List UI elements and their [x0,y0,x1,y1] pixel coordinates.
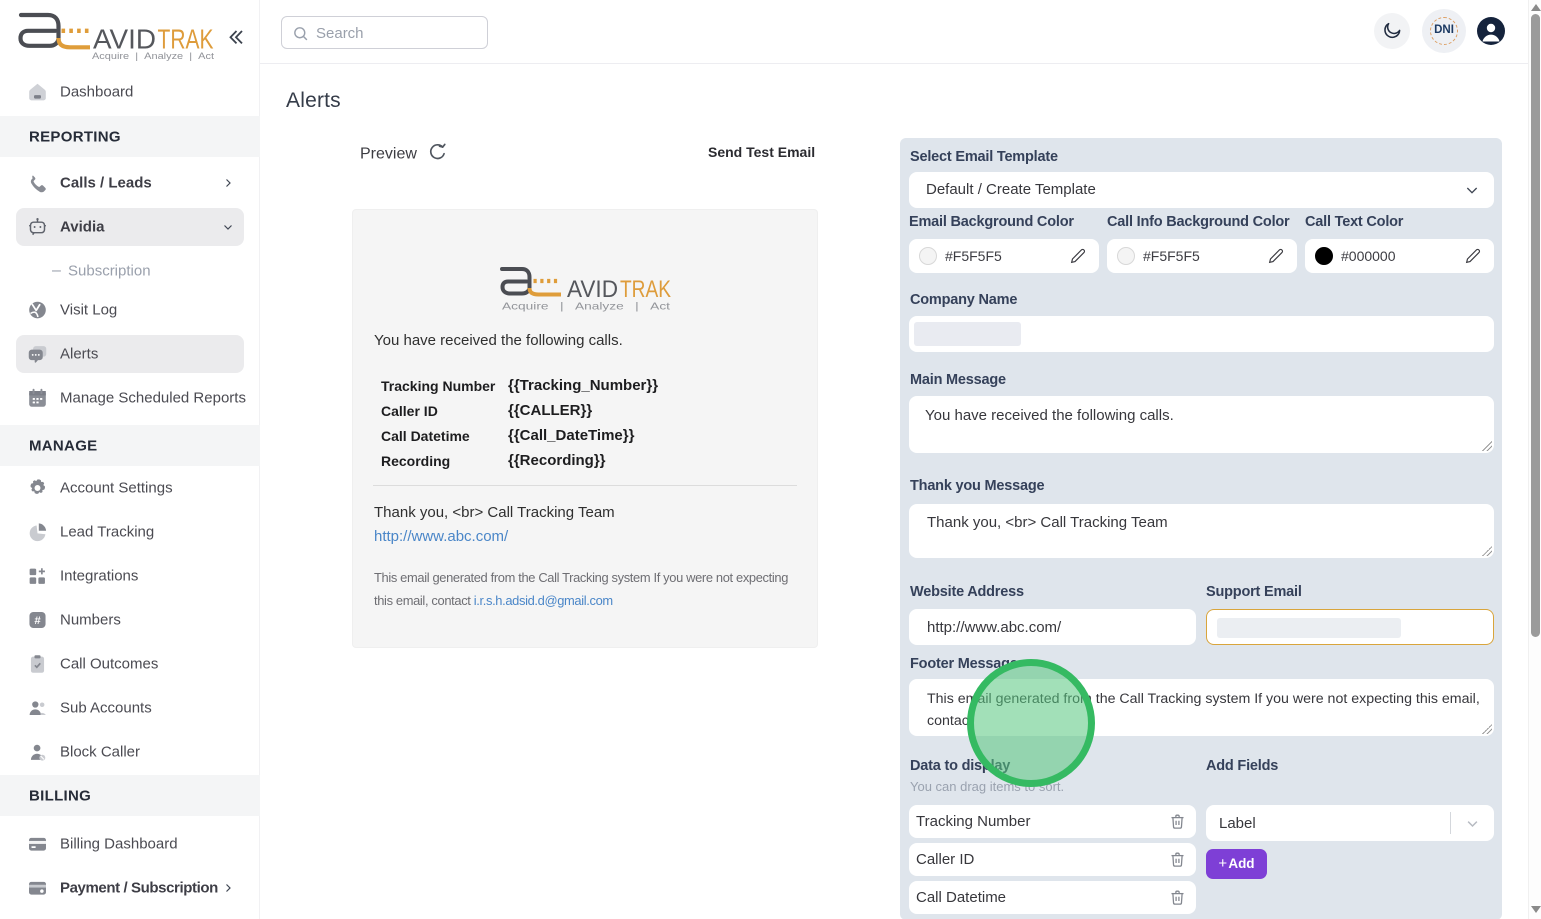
svg-text:TRAK: TRAK [158,24,214,55]
svg-text:AVID: AVID [93,24,156,55]
svg-text:Acquire | Analyze | Ac: Acquire | Analyze | Act [502,301,670,313]
svg-text:AVID: AVID [567,276,618,303]
svg-text:TRAK: TRAK [620,276,671,303]
svg-text:#: # [34,615,41,627]
svg-text:Acquire | Analyze | Act: Acquire | Analyze | Act [92,51,215,61]
